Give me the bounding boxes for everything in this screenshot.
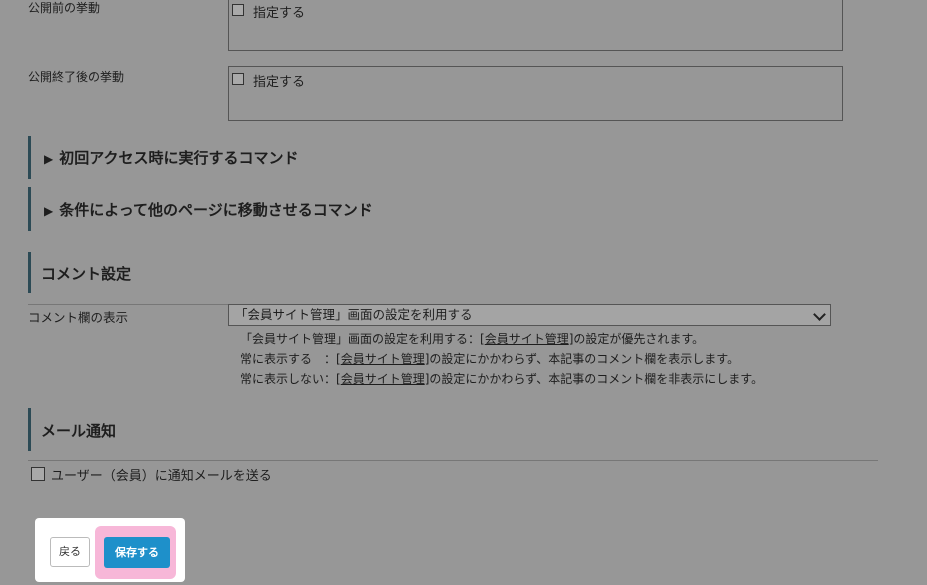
comment-display-select[interactable]: 「会員サイト管理」画面の設定を利用する [228, 304, 831, 326]
comment-settings-title: コメント設定 [41, 265, 132, 283]
comment-display-select-value: 「会員サイト管理」画面の設定を利用する [235, 307, 473, 322]
before-publish-checkbox-label[interactable]: 指定する [253, 2, 305, 21]
comment-help-line: 常に表示する ：[会員サイト管理]の設定にかかわらず、本記事のコメント欄を表示し… [240, 352, 740, 366]
save-button[interactable]: 保存する [104, 537, 170, 568]
after-publish-checkbox-label[interactable]: 指定する [253, 71, 305, 90]
back-button[interactable]: 戻る [50, 537, 90, 567]
redirect-command-toggle[interactable]: ▶ 条件によって他のページに移動させるコマンド [44, 199, 373, 220]
section-bar [28, 408, 31, 451]
after-publish-label: 公開終了後の挙動 [28, 70, 125, 84]
first-access-command-toggle[interactable]: ▶ 初回アクセス時に実行するコマンド [44, 147, 299, 168]
section-bar [28, 136, 31, 179]
before-publish-checkbox[interactable] [232, 4, 244, 16]
redirect-command-title: 条件によって他のページに移動させるコマンド [59, 201, 373, 219]
after-publish-box [228, 66, 843, 121]
mail-notification-title: メール通知 [41, 422, 117, 440]
member-site-link[interactable]: 会員サイト管理 [341, 352, 425, 366]
member-site-link[interactable]: 会員サイト管理 [485, 332, 569, 346]
after-publish-checkbox[interactable] [232, 73, 244, 85]
triangle-right-icon: ▶ [44, 204, 54, 218]
divider [28, 460, 878, 461]
first-access-command-title: 初回アクセス時に実行するコマンド [59, 149, 299, 167]
comment-help-line: 「会員サイト管理」画面の設定を利用する：[会員サイト管理]の設定が優先されます。 [240, 332, 705, 346]
before-publish-box [228, 0, 843, 51]
triangle-right-icon: ▶ [44, 152, 54, 166]
notify-mail-checkbox[interactable] [31, 467, 45, 481]
before-publish-label: 公開前の挙動 [28, 1, 101, 15]
section-bar [28, 252, 31, 293]
section-bar [28, 187, 31, 231]
member-site-link[interactable]: 会員サイト管理 [341, 372, 425, 386]
divider [28, 304, 228, 305]
comment-display-label: コメント欄の表示 [28, 310, 129, 325]
chevron-down-icon [813, 308, 826, 321]
comment-help-line: 常に表示しない：[会員サイト管理]の設定にかかわらず、本記事のコメント欄を非表示… [240, 372, 764, 386]
notify-mail-checkbox-label[interactable]: ユーザー（会員）に通知メールを送る [51, 465, 272, 484]
